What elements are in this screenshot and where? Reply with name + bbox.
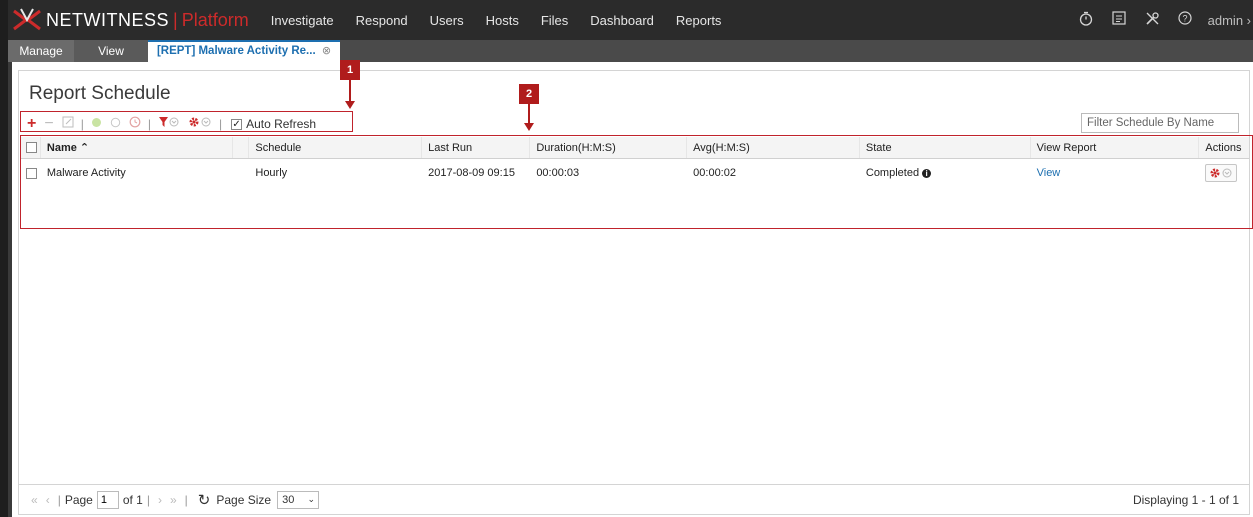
tasks-icon[interactable] <box>1103 11 1136 29</box>
row-last-run: 2017-08-09 09:15 <box>428 167 515 179</box>
pagination-bar: « ‹ | Page of 1 | › » | ↻ Page Size 30 ⌄… <box>19 484 1249 514</box>
column-header-duration[interactable]: Duration(H:M:S) <box>530 137 688 158</box>
nav-hosts[interactable]: Hosts <box>486 13 519 28</box>
callout-arrow-2 <box>528 104 530 124</box>
row-name: Malware Activity <box>46 167 126 179</box>
row-actions-button[interactable] <box>1205 164 1238 182</box>
callout-label-1: 1 <box>340 60 360 80</box>
row-checkbox[interactable] <box>21 159 41 187</box>
column-header-name[interactable]: Name ⌃ <box>41 137 234 158</box>
left-inner-bar <box>8 62 12 517</box>
callout-label-2: 2 <box>519 84 539 104</box>
row-schedule: Hourly <box>255 167 288 179</box>
row-actions <box>1199 159 1249 187</box>
prev-page-icon[interactable]: ‹ <box>46 493 50 507</box>
timer-icon[interactable] <box>1070 11 1103 30</box>
tab-report-malware-activity[interactable]: [REPT] Malware Activity Re... ⊗ <box>148 40 340 62</box>
nav-dashboard[interactable]: Dashboard <box>590 13 654 28</box>
report-schedule-panel: Report Schedule + − | | | ✓ Auto Refresh <box>18 70 1250 515</box>
user-menu[interactable]: admin › <box>1208 13 1251 28</box>
tab-report-label: [REPT] Malware Activity Re... <box>156 45 316 57</box>
disable-icon[interactable] <box>110 116 121 132</box>
select-all-checkbox[interactable] <box>21 137 41 158</box>
column-header-schedule[interactable]: Schedule <box>249 137 423 158</box>
nav-users[interactable]: Users <box>430 13 464 28</box>
nav-files[interactable]: Files <box>541 13 568 28</box>
column-spacer <box>233 137 250 158</box>
callout-arrowhead-1 <box>345 101 355 109</box>
enable-icon[interactable] <box>91 116 102 132</box>
close-tab-icon[interactable]: ⊗ <box>322 45 331 57</box>
add-icon[interactable]: + <box>27 116 36 132</box>
row-view-report: View <box>1031 159 1200 187</box>
row-checkbox-box[interactable] <box>26 167 37 179</box>
pager-divider: | <box>184 492 188 507</box>
column-header-last-run[interactable]: Last Run <box>422 137 531 158</box>
chevron-down-icon: ⌄ <box>307 494 316 504</box>
callout-arrowhead-2 <box>524 123 534 131</box>
nav-reports[interactable]: Reports <box>676 13 722 28</box>
filter-icon[interactable] <box>158 116 180 132</box>
pager-divider: | <box>146 492 150 507</box>
view-report-link[interactable]: View <box>1037 167 1061 179</box>
column-header-avg[interactable]: Avg(H:M:S) <box>687 137 860 158</box>
logo-icon <box>13 8 41 31</box>
auto-refresh-label: Auto Refresh <box>246 117 317 131</box>
sub-navigation-bar: Manage View [REPT] Malware Activity Re..… <box>8 40 1253 62</box>
page-size-value: 30 <box>282 493 295 506</box>
row-duration: 00:00:03 <box>536 167 580 179</box>
top-navigation-bar: NETWITNESS | Platform Investigate Respon… <box>8 0 1253 40</box>
toolbar-divider: | <box>147 117 151 131</box>
gear-dropdown-icon <box>1210 168 1232 178</box>
column-header-state[interactable]: State <box>860 137 1031 158</box>
schedule-toolbar: + − | | | ✓ Auto Refresh <box>23 115 316 133</box>
nav-investigate[interactable]: Investigate <box>271 13 334 28</box>
column-header-view-report[interactable]: View Report <box>1031 137 1200 158</box>
page-label: Page <box>64 492 93 507</box>
brand-separator: | <box>173 9 178 30</box>
row-spacer <box>233 159 249 187</box>
tab-view[interactable]: View <box>74 40 148 62</box>
select-all-box[interactable] <box>26 142 37 153</box>
row-avg: 00:00:02 <box>693 167 736 179</box>
last-page-icon[interactable]: » <box>170 493 177 507</box>
nav-respond[interactable]: Respond <box>356 13 408 28</box>
page-number-input[interactable] <box>96 490 119 509</box>
auto-refresh-checkbox[interactable]: ✓ <box>231 118 243 130</box>
toolbar-divider: | <box>80 117 84 131</box>
next-page-icon[interactable]: › <box>158 493 162 507</box>
page-size-select[interactable]: 30 ⌄ <box>277 490 320 509</box>
tools-icon[interactable] <box>1136 11 1169 30</box>
svg-text:?: ? <box>1183 14 1188 24</box>
page-size-label: Page Size <box>216 492 272 507</box>
help-icon[interactable]: ? <box>1169 11 1202 29</box>
column-header-actions[interactable]: Actions <box>1199 137 1249 158</box>
page-of-label: of 1 <box>122 492 143 507</box>
settings-icon[interactable] <box>188 116 212 132</box>
table-row[interactable]: Malware Activity Hourly 2017-08-09 09:15… <box>21 159 1249 187</box>
page-title: Report Schedule <box>29 83 171 104</box>
toolbar-divider: | <box>218 117 223 131</box>
netwitness-logo[interactable]: NETWITNESS | Platform <box>8 0 249 40</box>
history-icon[interactable] <box>129 116 141 132</box>
row-state: Completed i <box>860 159 1031 187</box>
info-icon[interactable]: i <box>922 168 932 178</box>
first-page-icon[interactable]: « <box>31 493 38 507</box>
pager-divider: | <box>57 492 61 507</box>
remove-icon[interactable]: − <box>44 116 53 132</box>
refresh-icon[interactable]: ↻ <box>198 491 211 509</box>
tab-manage[interactable]: Manage <box>8 40 74 62</box>
product-name: Platform <box>181 9 249 30</box>
callout-arrow-1 <box>349 80 351 102</box>
edit-icon[interactable] <box>62 116 74 132</box>
left-edge-bar <box>0 0 8 517</box>
schedule-grid: Name ⌃ Schedule Last Run Duration(H:M:S)… <box>21 137 1249 187</box>
row-state-label: Completed <box>865 167 920 179</box>
filter-schedule-input[interactable] <box>1081 113 1239 133</box>
brand-name: NETWITNESS <box>46 9 170 30</box>
display-count: Displaying 1 - 1 of 1 <box>1132 492 1239 507</box>
nav-right-tools: ? admin › <box>1070 0 1253 40</box>
auto-refresh-toggle[interactable]: ✓ Auto Refresh <box>231 117 316 131</box>
grid-header: Name ⌃ Schedule Last Run Duration(H:M:S)… <box>21 137 1249 159</box>
